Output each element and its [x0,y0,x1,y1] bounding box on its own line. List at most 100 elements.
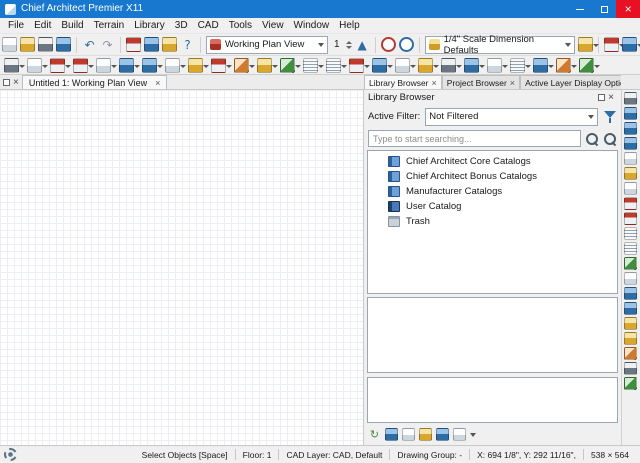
dimension-defaults-combo[interactable]: 1/4" Scale Dimension Defaults [425,36,575,54]
search-options-icon[interactable] [603,132,617,146]
settings-gear-icon[interactable] [4,448,17,461]
material-painter-icon[interactable] [624,347,637,360]
pane-options-icon[interactable] [453,428,466,441]
undo-icon[interactable]: ↶ [82,37,97,52]
circle-tools-icon[interactable] [510,58,525,73]
print-icon[interactable] [38,37,53,52]
filter-icon[interactable] [603,110,617,124]
close-icon[interactable] [510,78,515,88]
menu-help[interactable]: Help [334,20,365,31]
text-tools-icon[interactable] [27,58,42,73]
adjust-materials-icon[interactable] [624,362,637,375]
menu-terrain[interactable]: Terrain [89,20,130,31]
dimension-tools-icon[interactable] [418,58,433,73]
help-icon[interactable]: ? [180,37,195,52]
redo-icon[interactable]: ↷ [100,37,115,52]
circle-tool-icon-1[interactable] [381,37,396,52]
zoom-in-icon[interactable] [624,122,637,135]
layer-display-toggle-icon[interactable] [162,37,177,52]
roof-tools-icon[interactable] [349,58,364,73]
wall-tools-icon[interactable] [50,58,65,73]
walkthrough-icon[interactable] [624,257,637,270]
zoom-window-icon[interactable] [624,107,637,120]
tab-library-browser[interactable]: Library Browser [364,75,442,89]
cross-section-icon[interactable] [624,242,637,255]
build-terrain-icon[interactable] [624,377,637,390]
fixture-tools-icon[interactable] [188,58,203,73]
browse-folder-icon[interactable] [385,428,398,441]
menu-3d[interactable]: 3D [170,20,193,31]
float-panel-icon[interactable] [598,94,605,101]
floor-tools-icon[interactable] [395,58,410,73]
furniture-tools-icon[interactable] [234,58,249,73]
polyline-tools-icon[interactable] [533,58,548,73]
tree-item-bonus-catalogs[interactable]: Chief Architect Bonus Catalogs [368,169,617,184]
library-search-input[interactable] [368,130,581,147]
fireplace-tools-icon[interactable] [211,58,226,73]
tree-item-trash[interactable]: Trash [368,214,617,229]
float-panel-icon[interactable] [3,79,10,86]
plan-canvas[interactable] [0,90,364,445]
library-browser-toggle-icon[interactable] [126,37,141,52]
zoom-out-icon[interactable] [624,137,637,150]
fill-window-icon[interactable] [624,152,637,165]
door-tools-icon[interactable] [119,58,134,73]
pan-window-icon[interactable] [624,167,637,180]
overview-icon[interactable] [624,212,637,225]
close-icon[interactable] [155,78,160,88]
menu-tools[interactable]: Tools [224,20,257,31]
edit-defaults-icon[interactable] [578,37,593,52]
chevron-down-icon[interactable] [470,433,476,440]
project-browser-toggle-icon[interactable] [144,37,159,52]
fencing-tools-icon[interactable] [96,58,111,73]
camera-view-icon[interactable] [622,37,637,52]
select-objects-icon[interactable] [4,58,19,73]
appliance-tools-icon[interactable] [280,58,295,73]
tab-project-browser[interactable]: Project Browser [442,75,520,89]
floor-up-icon[interactable]: ▲ [355,37,370,52]
material-tools-icon[interactable] [556,58,571,73]
open-plan-icon[interactable] [20,37,35,52]
full-camera-icon[interactable] [624,197,637,210]
maximize-button[interactable] [592,0,616,18]
close-button[interactable] [616,0,640,18]
menu-window[interactable]: Window [289,20,335,31]
copy-item-icon[interactable] [402,428,415,441]
preview-toggle-icon[interactable] [436,428,449,441]
filter-combo[interactable]: Not Filtered [425,108,598,126]
layer-display-options-icon[interactable] [624,317,637,330]
update-library-icon[interactable]: ↻ [368,428,381,441]
electrical-tools-icon[interactable] [257,58,272,73]
previous-view-icon[interactable] [624,182,637,195]
tab-untitled-working-plan[interactable]: Untitled 1: Working Plan View [22,75,168,89]
line-tools-icon[interactable] [464,58,479,73]
floor-down-icon[interactable] [624,302,637,315]
new-plan-icon[interactable] [2,37,17,52]
ceiling-tools-icon[interactable] [372,58,387,73]
tree-item-manufacturer-catalogs[interactable]: Manufacturer Catalogs [368,184,617,199]
reference-display-icon[interactable] [624,272,637,285]
tree-item-core-catalogs[interactable]: Chief Architect Core Catalogs [368,154,617,169]
search-icon[interactable] [585,132,599,146]
menu-cad[interactable]: CAD [193,20,224,31]
close-panel-icon[interactable] [13,77,19,88]
menu-view[interactable]: View [257,20,289,31]
menu-edit[interactable]: Edit [29,20,56,31]
menu-library[interactable]: Library [129,20,170,31]
floor-up-icon[interactable] [624,287,637,300]
stair-tools-icon[interactable] [303,58,318,73]
window-tools-icon[interactable] [142,58,157,73]
build-house-icon[interactable] [604,37,619,52]
circle-tool-icon-2[interactable] [399,37,414,52]
close-panel-icon[interactable] [608,92,614,103]
close-icon[interactable] [432,78,437,88]
railing-tools-icon[interactable] [73,58,88,73]
plan-view-combo[interactable]: Working Plan View [206,36,328,54]
box-tools-icon[interactable] [487,58,502,73]
paste-item-icon[interactable] [419,428,432,441]
minimize-button[interactable] [568,0,592,18]
menu-build[interactable]: Build [56,20,88,31]
cad-tools-icon[interactable] [441,58,456,73]
tree-item-user-catalog[interactable]: User Catalog [368,199,617,214]
tab-active-layer-display-options[interactable]: Active Layer Display Options [520,75,621,89]
